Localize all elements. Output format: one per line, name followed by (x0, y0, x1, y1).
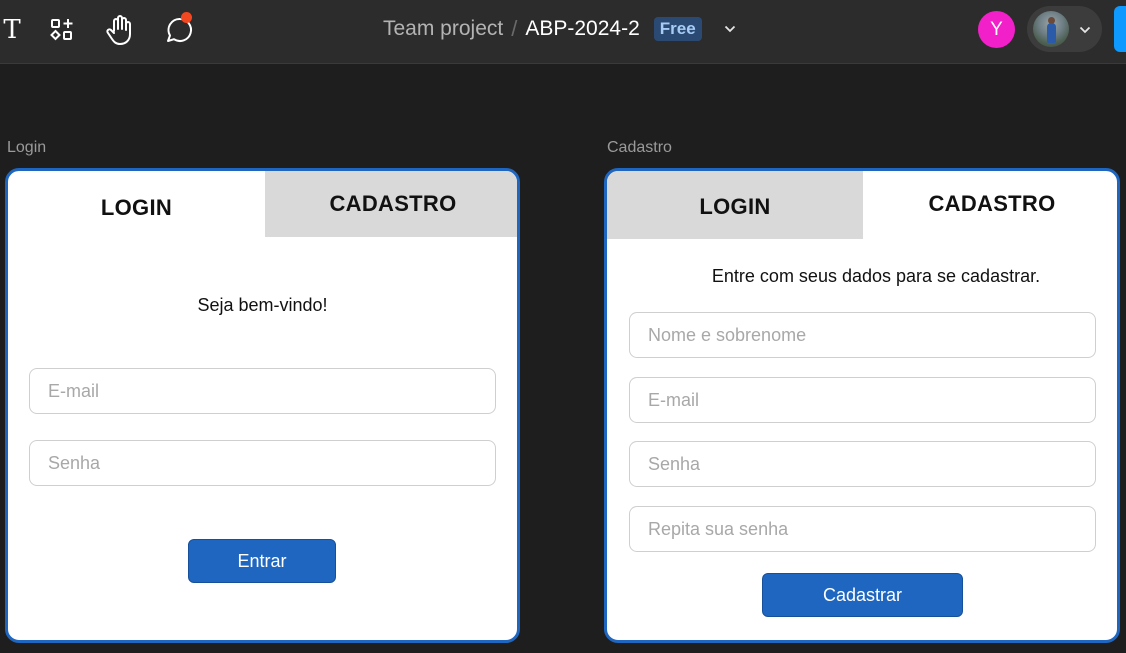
hand-tool-icon[interactable] (100, 12, 140, 48)
text-tool-icon[interactable]: T (0, 12, 32, 48)
frame-label-login: Login (7, 139, 47, 156)
frame-label-cadastro: Cadastro (607, 139, 672, 156)
welcome-text: Seja bem-vindo! (197, 295, 328, 315)
tab-login-label: LOGIN (100, 194, 173, 220)
tab-cadastro[interactable]: CADASTRO (863, 171, 1117, 237)
plan-badge: Free (653, 17, 702, 41)
profile-photo-avatar (1033, 11, 1069, 47)
repeat-password-field[interactable] (629, 506, 1096, 552)
toolbar: T Team project / ABP-2024-2 Free Y (0, 0, 1126, 64)
breadcrumb: Team project / ABP-2024-2 Free (383, 14, 736, 44)
user-avatar[interactable]: Y (978, 11, 1015, 48)
resources-icon[interactable] (42, 12, 82, 48)
email-field[interactable] (29, 368, 496, 414)
breadcrumb-file-name[interactable]: ABP-2024-2 (525, 17, 639, 41)
tab-cadastro-label: CADASTRO (928, 191, 1056, 216)
share-button[interactable] (1114, 6, 1126, 52)
breadcrumb-team[interactable]: Team project (383, 17, 503, 41)
login-submit-button[interactable]: Entrar (188, 539, 336, 583)
name-field[interactable] (629, 312, 1096, 358)
tab-login[interactable]: LOGIN (8, 171, 265, 240)
chevron-down-icon[interactable] (724, 25, 736, 33)
signup-intro-text: Entre com seus dados para se cadastrar. (711, 266, 1041, 286)
tab-login[interactable]: LOGIN (607, 171, 863, 239)
tab-cadastro[interactable]: CADASTRO (265, 171, 517, 237)
profile-menu-button[interactable] (1027, 6, 1102, 52)
cadastro-frame: LOGIN CADASTRO Entre com seus dados para… (604, 168, 1120, 643)
tab-login-label: LOGIN (699, 194, 771, 219)
tab-cadastro-label: CADASTRO (329, 191, 457, 216)
login-frame: LOGIN CADASTRO Seja bem-vindo! Entrar (5, 168, 520, 643)
chevron-down-icon (1079, 21, 1091, 39)
comment-icon[interactable] (160, 12, 200, 48)
password-field[interactable] (629, 441, 1096, 487)
breadcrumb-separator: / (511, 16, 518, 41)
notification-dot (181, 12, 192, 23)
signup-submit-button[interactable]: Cadastrar (762, 573, 963, 617)
password-field[interactable] (29, 440, 496, 486)
email-field[interactable] (629, 377, 1096, 423)
